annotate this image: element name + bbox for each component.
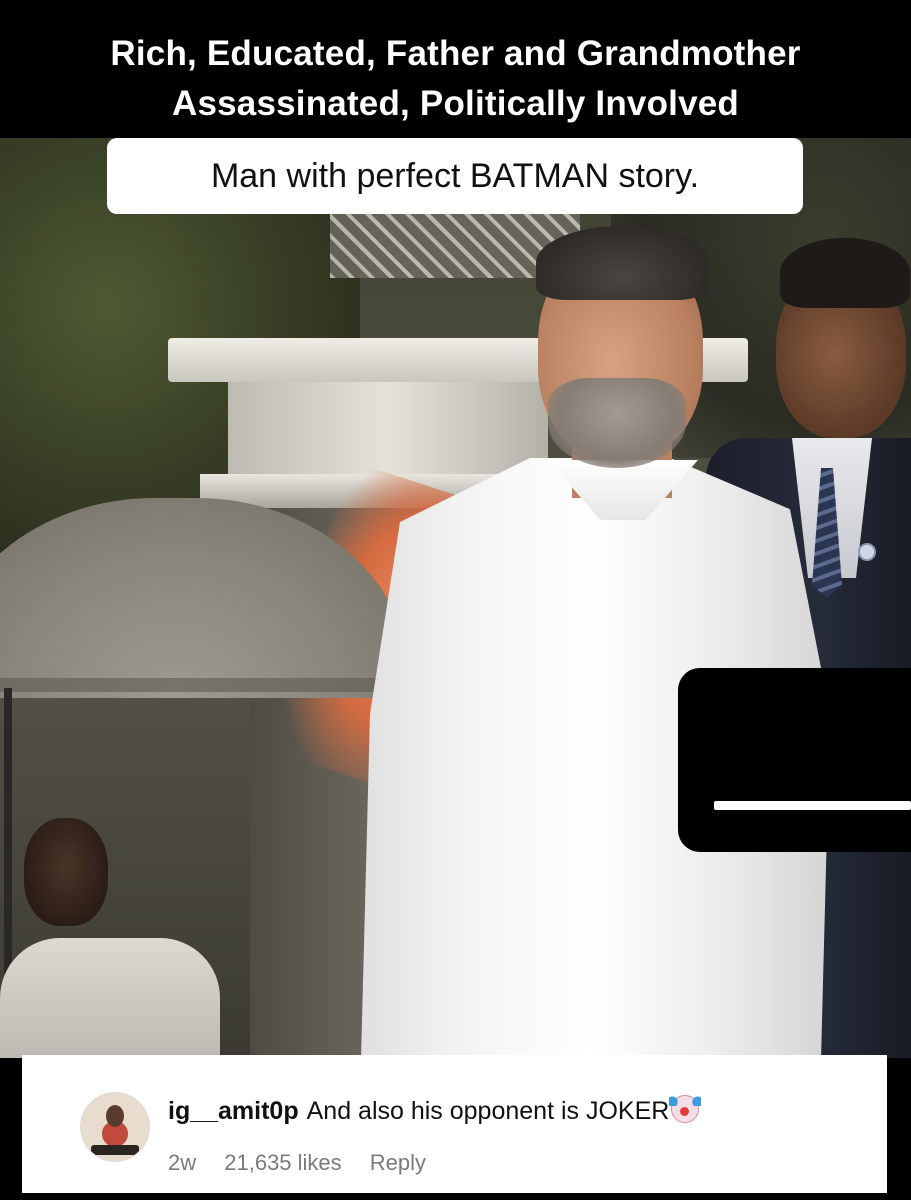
comment-line: ig__amit0p And also his opponent is JOKER bbox=[168, 1095, 702, 1126]
comment-text: And also his opponent is JOKER bbox=[306, 1097, 670, 1125]
video-frame[interactable] bbox=[0, 138, 911, 1058]
bystander-head bbox=[24, 818, 108, 926]
comment-card: ig__amit0p And also his opponent is JOKER… bbox=[22, 1055, 887, 1193]
comment-likes[interactable]: 21,635 likes bbox=[224, 1150, 341, 1175]
overlay-text-box: Man with perfect BATMAN story. bbox=[107, 138, 803, 214]
caption-line-1: Rich, Educated, Father and Grandmother bbox=[110, 34, 801, 73]
main-figure-beard bbox=[548, 378, 686, 468]
clown-face-icon bbox=[669, 1095, 702, 1123]
panel-white-bar bbox=[714, 801, 911, 810]
guard-hair bbox=[780, 238, 910, 308]
bystander-body bbox=[0, 938, 220, 1058]
comment-time: 2w bbox=[168, 1150, 197, 1175]
caption-band: Rich, Educated, Father and Grandmother A… bbox=[0, 0, 911, 138]
black-panel-overlay bbox=[678, 668, 911, 852]
comment-meta: 2w 21,635 likes Reply bbox=[168, 1150, 448, 1176]
main-figure-hair bbox=[536, 226, 708, 300]
reply-button[interactable]: Reply bbox=[370, 1150, 426, 1175]
caption-line-2: Assassinated, Politically Involved bbox=[171, 84, 740, 123]
umbrella-rim bbox=[0, 678, 390, 692]
comment-username[interactable]: ig__amit0p bbox=[168, 1097, 299, 1125]
screenshot-frame: Rich, Educated, Father and Grandmother A… bbox=[0, 0, 911, 1200]
guard-lapel-pin bbox=[858, 543, 876, 561]
avatar[interactable] bbox=[80, 1092, 150, 1162]
